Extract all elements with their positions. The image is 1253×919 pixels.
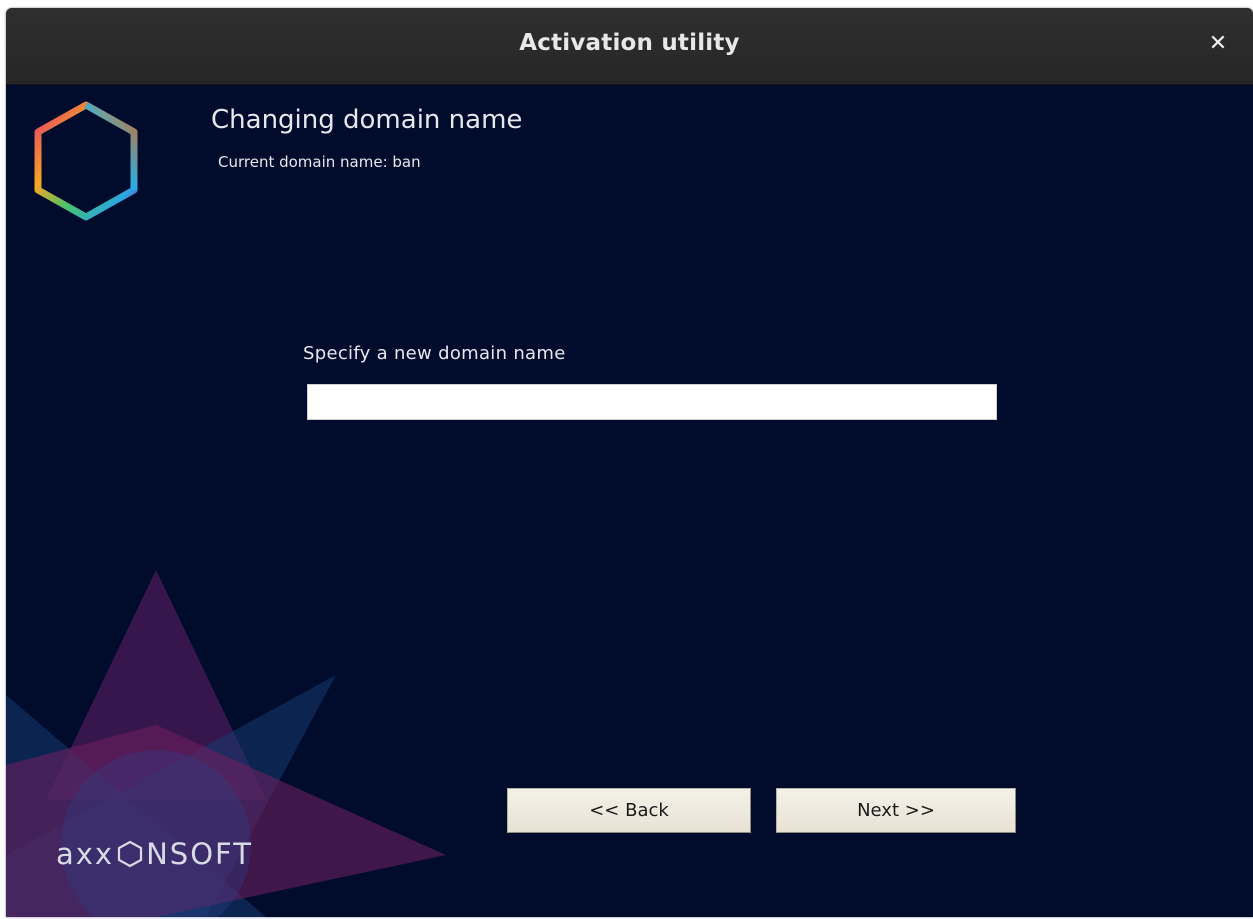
wizard-content: Changing domain name Current domain name… xyxy=(6,85,1253,917)
hexagon-logo-icon xyxy=(34,101,138,221)
activation-window: Activation utility ✕ Changing domain nam… xyxy=(6,8,1253,917)
brand-text-start: axx xyxy=(56,837,115,871)
brand-hexagon-icon xyxy=(118,840,143,868)
title-bar[interactable]: Activation utility ✕ xyxy=(6,8,1253,85)
brand-logo: axx nsoft xyxy=(56,837,253,871)
brand-text-end: nsoft xyxy=(146,837,253,871)
page-heading: Changing domain name xyxy=(211,105,523,135)
close-icon[interactable]: ✕ xyxy=(1205,31,1231,57)
current-domain-text: Current domain name: ban xyxy=(218,153,421,171)
domain-name-input[interactable] xyxy=(307,384,997,420)
back-button[interactable]: << Back xyxy=(507,788,751,833)
next-button[interactable]: Next >> xyxy=(776,788,1016,833)
window-title: Activation utility xyxy=(519,30,740,56)
domain-field-label: Specify a new domain name xyxy=(303,343,566,364)
